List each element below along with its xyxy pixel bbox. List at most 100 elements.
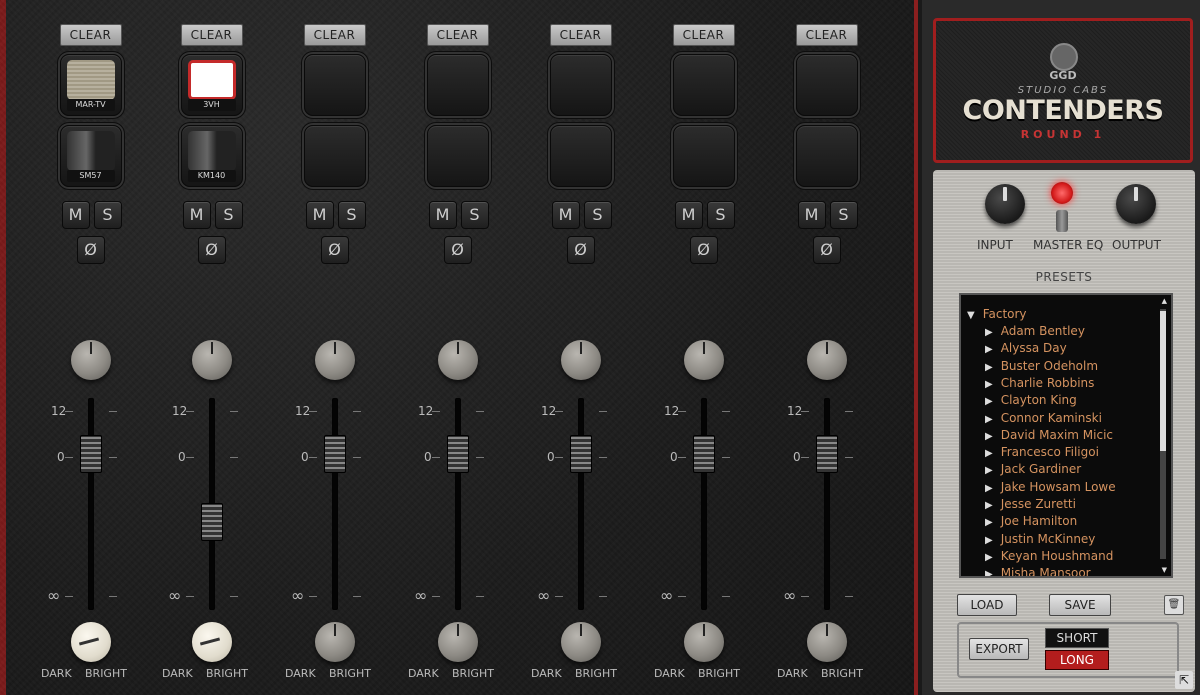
phase-invert-button[interactable]: Ø	[689, 236, 718, 264]
phase-invert-button[interactable]: Ø	[812, 236, 841, 264]
mic-slot[interactable]	[672, 125, 735, 187]
clear-button[interactable]: CLEAR	[59, 24, 122, 46]
cab-slot[interactable]	[303, 54, 366, 116]
fader-handle[interactable]	[79, 435, 102, 474]
mic-slot[interactable]	[795, 125, 858, 187]
long-button[interactable]: LONG	[1045, 650, 1109, 670]
preset-folder-factory[interactable]: ▼ Factory	[967, 307, 1027, 321]
cab-slot[interactable]	[549, 54, 612, 116]
tone-knob[interactable]	[314, 622, 355, 662]
solo-button[interactable]: S	[583, 201, 612, 229]
mute-button[interactable]: M	[428, 201, 457, 229]
save-button[interactable]: SAVE	[1049, 594, 1111, 616]
clear-button[interactable]: CLEAR	[795, 24, 858, 46]
channel-strip-3: CLEAR M S Ø 12 0 ∞ DARK BRIGHT	[273, 0, 396, 695]
preset-item[interactable]: ▶ Adam Bentley	[985, 324, 1085, 338]
tone-knob[interactable]	[191, 622, 232, 662]
pan-knob[interactable]	[70, 340, 111, 380]
cab-slot[interactable]	[795, 54, 858, 116]
preset-item[interactable]: ▶ Connor Kaminski	[985, 411, 1102, 425]
pan-knob[interactable]	[191, 340, 232, 380]
preset-item[interactable]: ▶ Jake Howsam Lowe	[985, 480, 1116, 494]
preset-item[interactable]: ▶ Misha Mansoor	[985, 566, 1091, 576]
solo-button[interactable]: S	[706, 201, 735, 229]
clear-button[interactable]: CLEAR	[426, 24, 489, 46]
fader-track[interactable]	[700, 398, 707, 610]
clear-button[interactable]: CLEAR	[672, 24, 735, 46]
fader-handle[interactable]	[815, 435, 838, 474]
tone-knob[interactable]	[683, 622, 724, 662]
tone-knob[interactable]	[806, 622, 847, 662]
fader-track[interactable]	[823, 398, 830, 610]
mic-slot[interactable]: KM140	[180, 125, 243, 187]
short-button[interactable]: SHORT	[1045, 628, 1109, 648]
preset-item[interactable]: ▶ Buster Odeholm	[985, 359, 1098, 373]
tone-knob[interactable]	[560, 622, 601, 662]
clear-button[interactable]: CLEAR	[180, 24, 243, 46]
phase-invert-button[interactable]: Ø	[443, 236, 472, 264]
mute-button[interactable]: M	[61, 201, 90, 229]
preset-item[interactable]: ▶ Alyssa Day	[985, 341, 1067, 355]
preset-item[interactable]: ▶ Charlie Robbins	[985, 376, 1094, 390]
fader-handle[interactable]	[692, 435, 715, 474]
pan-knob[interactable]	[437, 340, 478, 380]
cab-slot[interactable]: MAR-TV	[59, 54, 122, 116]
resize-arrow-icon[interactable]: ⇱	[1175, 671, 1193, 689]
preset-item[interactable]: ▶ Joe Hamilton	[985, 514, 1077, 528]
preset-scroll-thumb[interactable]	[1160, 311, 1166, 451]
phase-invert-button[interactable]: Ø	[197, 236, 226, 264]
mute-button[interactable]: M	[551, 201, 580, 229]
clear-button[interactable]: CLEAR	[303, 24, 366, 46]
fader-track[interactable]	[87, 398, 94, 610]
pan-knob[interactable]	[683, 340, 724, 380]
phase-invert-button[interactable]: Ø	[566, 236, 595, 264]
mute-button[interactable]: M	[182, 201, 211, 229]
clear-button[interactable]: CLEAR	[549, 24, 612, 46]
preset-item[interactable]: ▶ Jack Gardiner	[985, 462, 1081, 476]
phase-invert-button[interactable]: Ø	[320, 236, 349, 264]
mic-slot[interactable]	[426, 125, 489, 187]
trash-icon[interactable]: 🗑	[1164, 595, 1184, 615]
fader-track[interactable]	[331, 398, 338, 610]
preset-item[interactable]: ▶ Justin McKinney	[985, 532, 1095, 546]
tone-knob[interactable]	[437, 622, 478, 662]
fader-track[interactable]	[577, 398, 584, 610]
fader-handle[interactable]	[569, 435, 592, 474]
pan-knob[interactable]	[806, 340, 847, 380]
scroll-down-icon[interactable]: ▼	[1162, 566, 1167, 574]
preset-item[interactable]: ▶ Jesse Zuretti	[985, 497, 1076, 511]
cab-slot[interactable]	[426, 54, 489, 116]
solo-button[interactable]: S	[93, 201, 122, 229]
master-eq-toggle[interactable]	[1056, 210, 1068, 232]
export-button[interactable]: EXPORT	[969, 638, 1029, 660]
mute-button[interactable]: M	[797, 201, 826, 229]
fader-handle[interactable]	[323, 435, 346, 474]
fader-handle[interactable]	[446, 435, 469, 474]
mic-slot[interactable]	[303, 125, 366, 187]
mute-button[interactable]: M	[305, 201, 334, 229]
mic-slot[interactable]	[549, 125, 612, 187]
phase-invert-button[interactable]: Ø	[76, 236, 105, 264]
solo-button[interactable]: S	[214, 201, 243, 229]
preset-item[interactable]: ▶ Clayton King	[985, 393, 1077, 407]
solo-button[interactable]: S	[337, 201, 366, 229]
cab-slot[interactable]: 3VH	[180, 54, 243, 116]
preset-item[interactable]: ▶ Keyan Houshmand	[985, 549, 1113, 563]
preset-item[interactable]: ▶ Francesco Filigoi	[985, 445, 1099, 459]
mute-button[interactable]: M	[674, 201, 703, 229]
fader-track[interactable]	[454, 398, 461, 610]
preset-item[interactable]: ▶ David Maxim Micic	[985, 428, 1113, 442]
scroll-up-icon[interactable]: ▲	[1162, 297, 1167, 305]
input-knob[interactable]	[985, 184, 1025, 224]
load-button[interactable]: LOAD	[957, 594, 1017, 616]
tone-knob[interactable]	[70, 622, 111, 662]
solo-button[interactable]: S	[460, 201, 489, 229]
fader-handle[interactable]	[200, 502, 223, 541]
preset-browser[interactable]: ▼ Factory ▶ Adam Bentley ▶ Alyssa Day ▶ Buster…	[959, 293, 1173, 578]
pan-knob[interactable]	[560, 340, 601, 380]
output-knob[interactable]	[1116, 184, 1156, 224]
pan-knob[interactable]	[314, 340, 355, 380]
mic-slot[interactable]: SM57	[59, 125, 122, 187]
solo-button[interactable]: S	[829, 201, 858, 229]
cab-slot[interactable]	[672, 54, 735, 116]
